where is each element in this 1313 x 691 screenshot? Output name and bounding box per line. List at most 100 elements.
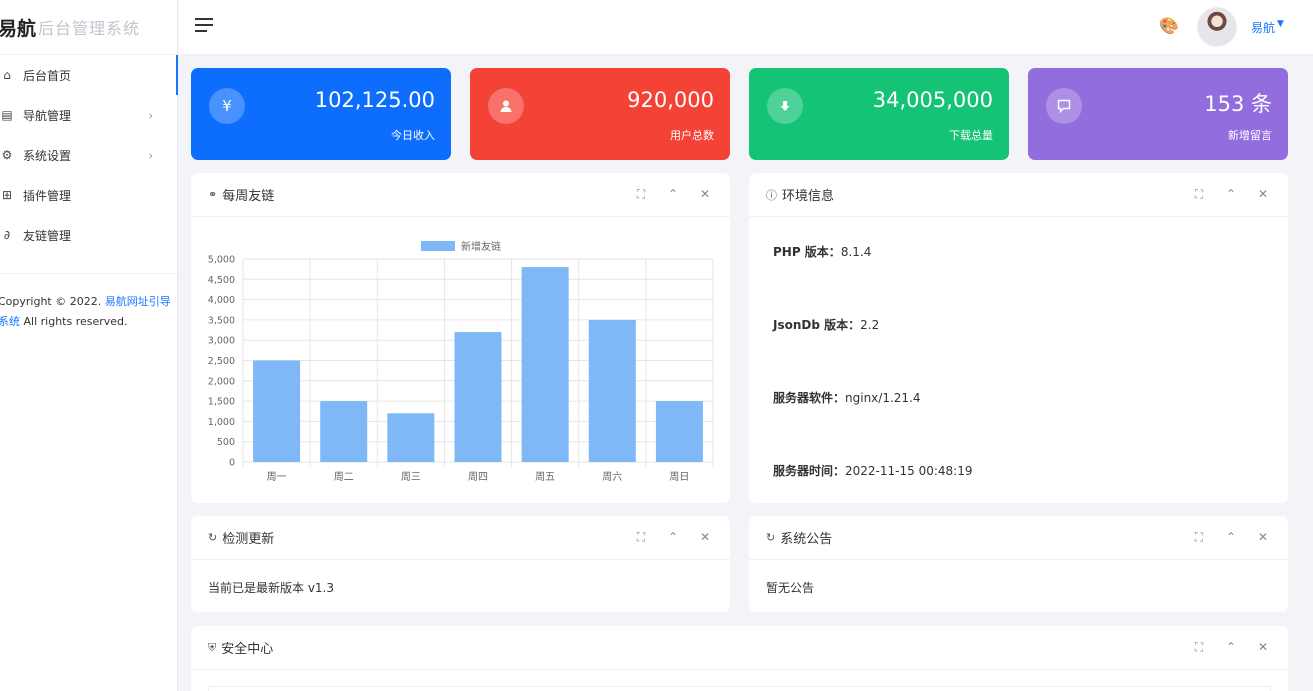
- stat-card-income: ¥ 102,125.00 今日收入: [191, 68, 451, 160]
- env-row-php: PHP 版本：8.1.4: [773, 243, 871, 260]
- env-row-jsondb: JsonDb 版本：2.2: [773, 316, 879, 333]
- bar: [454, 332, 502, 462]
- panel-tools: ⛶ ⌃ ✕: [636, 187, 710, 202]
- sidebar-item-settings[interactable]: ⚙ 系统设置 ›: [0, 135, 177, 175]
- stat-card-messages: 153 条 新增留言: [1028, 68, 1288, 160]
- y-tick-label: 1,500: [208, 397, 235, 408]
- close-icon[interactable]: ✕: [1258, 187, 1268, 202]
- panel-title: 检测更新: [222, 532, 275, 547]
- copyright-suffix: All rights reserved.: [23, 315, 128, 328]
- sidebar-item-links[interactable]: ∂ 友链管理: [0, 215, 177, 255]
- yen-icon: ¥: [209, 88, 245, 124]
- env-label: JsonDb 版本：: [773, 318, 861, 332]
- stat-value: 34,005,000: [872, 88, 993, 112]
- close-icon[interactable]: ✕: [700, 530, 710, 545]
- x-tick-label: 周四: [468, 471, 488, 483]
- panel-title: 每周友链: [222, 189, 275, 204]
- stat-value: 102,125.00: [314, 88, 435, 112]
- fullscreen-icon[interactable]: ⛶: [636, 530, 646, 545]
- refresh-icon: ↻: [208, 531, 218, 544]
- stat-label: 新增留言: [1228, 129, 1272, 142]
- palette-icon[interactable]: 🎨: [1159, 16, 1179, 35]
- message-icon: [1046, 88, 1082, 124]
- env-label: 服务器时间：: [773, 464, 846, 478]
- menu-toggle-icon[interactable]: [195, 18, 213, 34]
- shield-icon: ⛨: [208, 640, 217, 654]
- sidebar-item-label: 插件管理: [23, 188, 72, 203]
- collapse-icon[interactable]: ⌃: [1226, 530, 1236, 545]
- panel-title: 系统公告: [780, 532, 833, 547]
- sidebar-nav: ⌂ 后台首页 ▤ 导航管理 › ⚙ 系统设置 › ⊞ 插件管理 ∂ 友链管理: [0, 55, 178, 255]
- y-tick-label: 5,000: [208, 255, 235, 266]
- env-label: 服务器软件：: [773, 391, 846, 405]
- notice-text: 暂无公告: [766, 581, 815, 595]
- y-tick-label: 4,500: [208, 275, 235, 286]
- env-value: 2022-11-15 00:48:19: [845, 464, 973, 478]
- copyright: Copyright © 2022. 易航网址引导系统 All rights re…: [0, 292, 177, 332]
- sidebar-divider: [0, 273, 177, 274]
- y-tick-label: 3,500: [208, 315, 235, 326]
- stat-value: 153 条: [1204, 92, 1272, 116]
- fullscreen-icon[interactable]: ⛶: [1194, 530, 1204, 545]
- panel-system-notice: ↻ 系统公告 ⛶ ⌃ ✕ 暂无公告: [749, 516, 1288, 612]
- panel-environment: ⓘ 环境信息 ⛶ ⌃ ✕ PHP 版本：8.1.4 JsonDb 版本：2.2 …: [749, 173, 1288, 503]
- collapse-icon[interactable]: ⌃: [668, 187, 678, 202]
- panel-header: ↻ 系统公告 ⛶ ⌃ ✕: [749, 516, 1288, 560]
- chevron-right-icon: ›: [148, 148, 153, 162]
- bar: [253, 360, 301, 462]
- stat-card-users: 920,000 用户总数: [470, 68, 730, 160]
- logo[interactable]: 易航 后台管理系统: [0, 0, 177, 55]
- x-tick-label: 周日: [669, 471, 689, 483]
- security-content: [208, 686, 1271, 691]
- fullscreen-icon[interactable]: ⛶: [1194, 640, 1204, 655]
- sidebar-item-home[interactable]: ⌂ 后台首页: [0, 55, 178, 95]
- panel-tools: ⛶ ⌃ ✕: [636, 530, 710, 545]
- panel-title: 环境信息: [782, 189, 835, 204]
- bar-chart: 新增友链 0 500 1,000 1,500 2,000 2,500 3,000 3,500 4,…: [208, 240, 714, 483]
- stat-label: 下载总量: [949, 129, 993, 142]
- panel-header: ⚭ 每周友链 ⛶ ⌃ ✕: [191, 173, 730, 217]
- env-value: 8.1.4: [840, 245, 872, 259]
- collapse-icon[interactable]: ⌃: [1226, 640, 1236, 655]
- stat-label: 用户总数: [670, 129, 714, 142]
- close-icon[interactable]: ✕: [1258, 640, 1268, 655]
- env-value: 2.2: [860, 318, 880, 332]
- fullscreen-icon[interactable]: ⛶: [636, 187, 646, 202]
- y-tick-label: 2,000: [208, 376, 235, 387]
- y-tick-label: 0: [229, 458, 235, 469]
- collapse-icon[interactable]: ⌃: [668, 530, 678, 545]
- caret-down-icon[interactable]: ▼: [1277, 19, 1284, 29]
- close-icon[interactable]: ✕: [1258, 530, 1268, 545]
- panel-header: ⓘ 环境信息 ⛶ ⌃ ✕: [749, 173, 1288, 217]
- x-tick-label: 周一: [267, 471, 287, 483]
- env-row-server-time: 服务器时间：2022-11-15 00:48:19: [773, 462, 972, 479]
- user-name[interactable]: 易航: [1251, 19, 1275, 36]
- bar: [588, 319, 636, 462]
- home-icon: ⌂: [3, 68, 11, 82]
- top-header: 🎨 易航 ▼: [179, 0, 1313, 55]
- x-tick-label: 周六: [602, 471, 622, 483]
- info-icon: ⓘ: [766, 188, 777, 202]
- panel-title: 安全中心: [221, 642, 274, 657]
- legend-label: 新增友链: [461, 240, 501, 253]
- sidebar: 易航 后台管理系统 ⌂ 后台首页 ▤ 导航管理 › ⚙ 系统设置 › ⊞ 插件管…: [0, 0, 178, 691]
- env-value: nginx/1.21.4: [845, 391, 921, 405]
- avatar[interactable]: [1197, 7, 1237, 47]
- panel-header: ⛨ 安全中心 ⛶ ⌃ ✕: [191, 626, 1288, 670]
- download-icon: [767, 88, 803, 124]
- update-status: 当前已是最新版本 v1.3: [208, 581, 335, 595]
- stat-card-downloads: 34,005,000 下载总量: [749, 68, 1009, 160]
- collapse-icon[interactable]: ⌃: [1226, 187, 1236, 202]
- copyright-prefix: Copyright © 2022.: [0, 295, 102, 308]
- y-tick-label: 500: [217, 437, 235, 448]
- fullscreen-icon[interactable]: ⛶: [1194, 187, 1204, 202]
- y-tick-label: 1,000: [208, 417, 235, 428]
- sidebar-item-label: 系统设置: [23, 148, 72, 163]
- close-icon[interactable]: ✕: [700, 187, 710, 202]
- sidebar-item-plugins[interactable]: ⊞ 插件管理: [0, 175, 177, 215]
- y-tick-label: 2,500: [208, 356, 235, 367]
- brand-name: 易航: [0, 17, 37, 40]
- sidebar-item-nav[interactable]: ▤ 导航管理 ›: [0, 95, 177, 135]
- bar: [320, 401, 368, 462]
- gear-icon: ⚙: [1, 148, 13, 162]
